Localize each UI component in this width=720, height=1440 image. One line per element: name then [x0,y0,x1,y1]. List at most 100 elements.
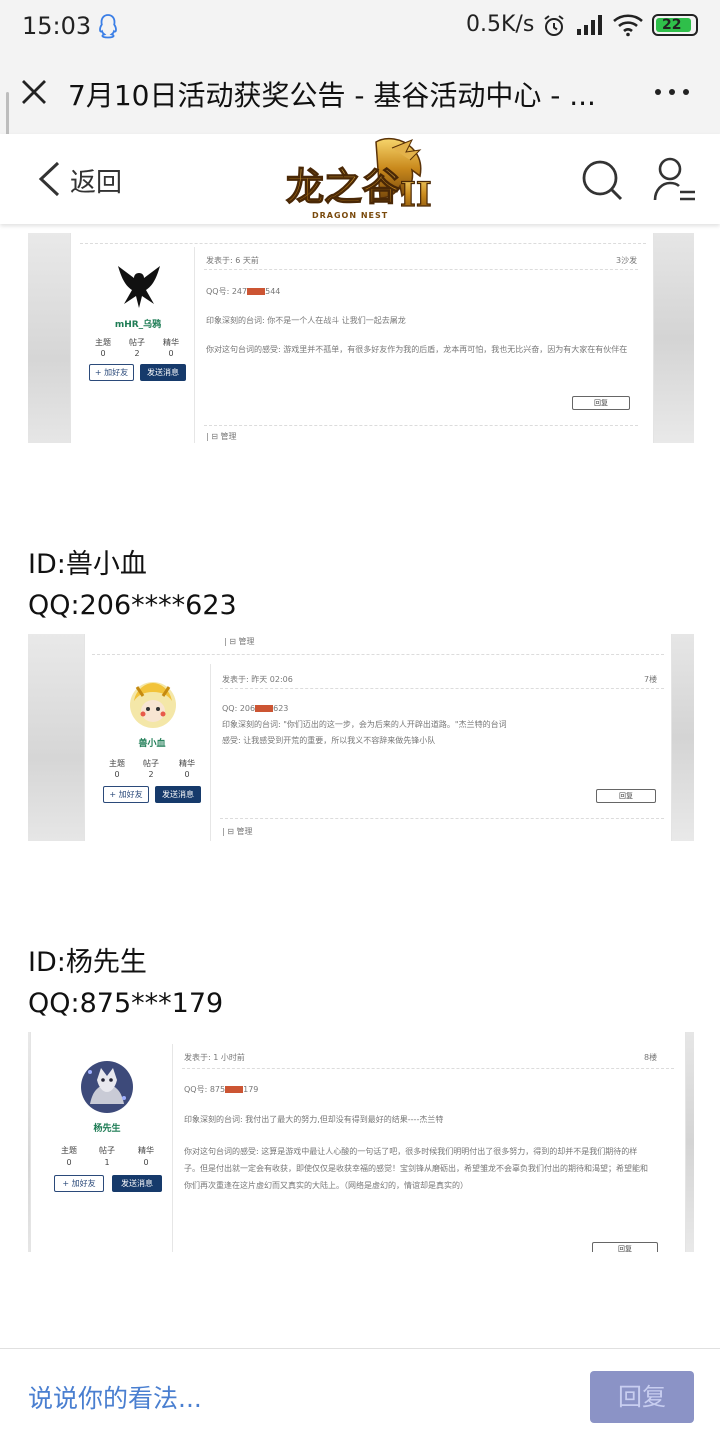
qq-suffix: 179 [243,1085,259,1094]
post-screenshot-1: mHR_乌鸦 主题 帖子 精华 0 2 0 + 加好友 发送消息 发表于: 6 … [28,233,694,443]
redacted-digits [255,705,274,712]
article-content: mHR_乌鸦 主题 帖子 精华 0 2 0 + 加好友 发送消息 发表于: 6 … [0,224,720,1348]
divider [80,243,646,244]
user-menu-icon[interactable] [652,156,698,204]
stat-value: 1 [104,1158,110,1167]
send-message-button: 发送消息 [155,786,201,803]
stat-value: 0 [184,770,190,779]
stat-label: 精华 [138,1146,154,1155]
stat-value: 0 [168,349,174,358]
comment-input[interactable]: 说说你的看法... [28,1379,202,1415]
post-floor: 7楼 [644,675,658,684]
winner-qq: QQ:875***179 [28,988,224,1019]
logo-text: 龙之谷 [286,164,400,209]
qq-suffix: 544 [265,287,281,296]
logo-numeral: II [400,175,432,215]
post-qq-line: QQ: 206 623 [222,704,288,713]
redacted-digits [225,1086,244,1093]
screenshot-background [654,233,694,443]
post-line: 你们再次重逢在这片虚幻而又真实的大陆上。（网络是虚幻的，情谊却是真实的） [184,1181,468,1190]
divider [204,269,638,270]
post-screenshot-3: 杨先生 主题 帖子 精华 0 1 0 + 加好友 发送消息 发表于: 1 小时前… [28,1032,694,1252]
username: 兽小血 [138,739,166,749]
wifi-icon [613,14,643,37]
alarm-icon [544,15,564,36]
battery-icon: 22 [652,14,698,36]
stat-value: 0 [114,770,120,779]
divider [182,1068,674,1069]
post-line: 印象深刻的台词: 我付出了最大的努力,但却没有得到最好的结果----杰兰特 [184,1115,444,1124]
post-time: 发表于: 昨天 02:06 [222,675,293,684]
send-message-button: 发送消息 [112,1175,162,1192]
winner-id: ID:兽小血 [28,549,147,580]
stat-value: 2 [148,770,154,779]
post-qq-line: QQ号: 875 179 [184,1084,258,1095]
username: mHR_乌鸦 [114,320,162,330]
reply-button: 回复 [592,1242,658,1252]
back-icon[interactable] [36,160,62,198]
stat-label: 帖子 [129,338,145,347]
divider [194,247,195,443]
redacted-digits [247,288,266,295]
back-button[interactable]: 返回 [70,162,122,199]
logo-subtext: DRAGON NEST [312,211,388,220]
stat-label: 主题 [61,1146,77,1155]
qq-icon [99,14,117,39]
network-speed: 0.5K/s [466,12,535,37]
divider [210,664,211,841]
reply-button: 回复 [596,789,656,803]
stat-label: 主题 [95,338,111,347]
close-icon[interactable] [18,76,50,108]
post-floor: 8楼 [644,1053,658,1062]
post-screenshot-2: | ⊟ 管理 兽小血 主题 帖子 精华 0 2 0 + 加好友 发送消息 发表于… [28,634,694,841]
manage-link: | ⊟ 管理 [224,637,255,646]
divider [220,818,664,819]
post-time: 发表于: 6 天前 [206,256,259,265]
winner-id: ID:杨先生 [28,947,147,978]
stat-value: 2 [134,349,140,358]
username: 杨先生 [93,1124,121,1134]
comment-bar: 说说你的看法... 回复 [0,1348,720,1440]
add-friend-button: + 加好友 [89,364,134,381]
status-time: 15:03 [22,12,92,40]
screenshot-background [686,1032,694,1252]
avatar [118,266,160,308]
post-line: 感受: 让我感受到开荒的重要，所以我义不容辞来做先锋小队 [222,736,436,745]
site-header: 返回 龙之谷 II DRAGON NEST [0,134,720,224]
browser-title-bar: 7月10日活动获奖公告 - 基谷活动中心 - ... [0,52,720,154]
screenshot-background [28,634,84,841]
status-bar: 15:03 0.5K/s 22 [0,0,720,52]
divider [172,1044,173,1252]
stat-label: 帖子 [143,759,159,768]
stat-label: 精华 [179,759,195,768]
signal-icon [577,15,602,35]
post-line: 印象深刻的台词: 你不是一个人在战斗 让我们一起去屠龙 [206,316,406,325]
stat-value: 0 [143,1158,149,1167]
qq-prefix: QQ号: 875 [184,1085,226,1094]
qq-suffix: 623 [273,704,289,713]
avatar [130,682,176,728]
dragon-nest-logo[interactable]: 龙之谷 II DRAGON NEST [280,136,442,224]
divider [92,654,664,655]
post-line: 子。但是付出就一定会有收获，即使仅仅是收获幸福的感觉！宝剑锋从磨砺出，希望雏龙不… [184,1164,648,1173]
divider [204,425,638,426]
add-friend-button: + 加好友 [103,786,149,803]
post-qq-line: QQ号: 247 544 [206,286,280,297]
divider [220,688,664,689]
stat-value: 0 [66,1158,72,1167]
search-icon[interactable] [580,158,624,202]
stat-label: 帖子 [99,1146,115,1155]
reply-button: 回复 [572,396,630,410]
manage-link: | ⊟ 管理 [222,827,253,836]
qq-prefix: QQ号: 247 [206,287,248,296]
post-line: 你对这句台词的感受: 这算是游戏中最让人心酸的一句话了吧，很多时候我们明明付出了… [184,1147,638,1156]
post-line: 印象深刻的台词: "你们迈出的这一步，会为后来的人开辟出道路。"杰兰特的台词 [222,720,507,729]
post-time: 发表于: 1 小时前 [184,1053,245,1062]
stat-value: 0 [100,349,106,358]
winner-qq: QQ:206****623 [28,590,237,621]
post-line: 你对这句台词的感受: 游戏里并不孤单，有很多好友作为我的后盾，龙本再可怕，我也无… [206,345,628,354]
reply-submit-button[interactable]: 回复 [590,1371,694,1423]
more-icon[interactable] [650,76,694,108]
send-message-button: 发送消息 [140,364,186,381]
post-floor: 3沙发 [616,256,638,265]
